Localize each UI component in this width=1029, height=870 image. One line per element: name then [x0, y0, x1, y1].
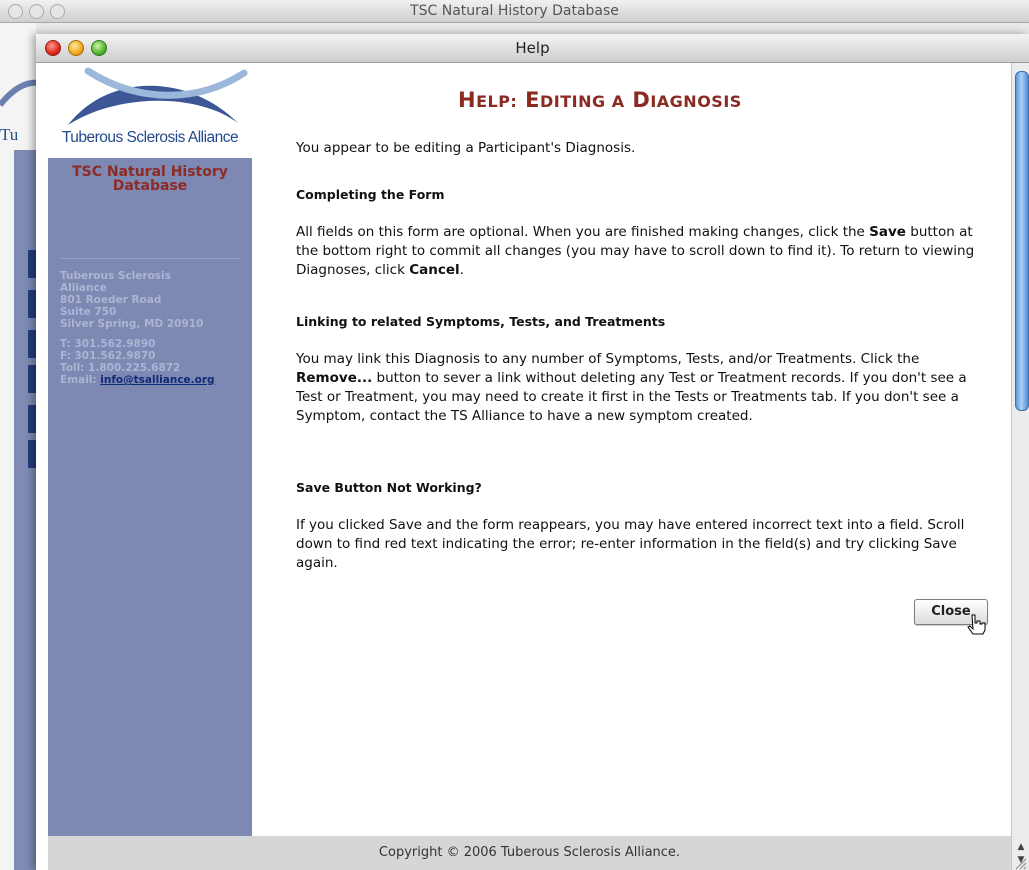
help-window-title: Help	[515, 39, 550, 57]
email-label: Email:	[60, 374, 97, 386]
close-window-icon[interactable]	[45, 40, 61, 56]
minimize-window-icon[interactable]	[68, 40, 84, 56]
zoom-window-icon[interactable]	[91, 40, 107, 56]
text-run: button to sever a link without deleting …	[296, 370, 967, 424]
address-line: 801 Roeder Road	[60, 294, 162, 306]
background-window-titlebar: TSC Natural History Database	[0, 0, 1029, 23]
scroll-up-arrow-icon[interactable]: ▲	[1015, 841, 1027, 853]
database-name-line: Database	[112, 178, 188, 194]
heading-part: ELP:	[476, 92, 518, 111]
heading-part: D	[632, 88, 651, 112]
emphasis-save: Save	[869, 224, 906, 240]
address-line: Suite 750	[60, 306, 117, 318]
close-window-icon[interactable]	[8, 4, 23, 19]
help-window-titlebar[interactable]: Help	[36, 34, 1029, 63]
page-title: HELP: EDITING A DIAGNOSIS	[458, 88, 742, 112]
heading-part: H	[458, 88, 477, 112]
background-window-title: TSC Natural History Database	[410, 3, 619, 19]
text-run: You may link this Diagnosis to any numbe…	[296, 351, 920, 367]
section-heading: Linking to related Symptoms, Tests, and …	[296, 314, 666, 329]
background-logo-swoosh-icon	[0, 79, 36, 107]
logo: Tuberous Sclerosis Alliance	[48, 63, 252, 158]
text-run: .	[459, 262, 464, 278]
footer: Copyright © 2006 Tuberous Sclerosis Alli…	[48, 836, 1011, 870]
heading-part: IAGNOSIS	[650, 92, 742, 111]
address-line: Silver Spring, MD 20910	[60, 318, 204, 330]
section-text: All fields on this form are optional. Wh…	[296, 223, 976, 280]
scrollbar-thumb[interactable]	[1015, 71, 1029, 411]
section-heading: Completing the Form	[296, 187, 445, 202]
background-logo-text: Tu	[0, 125, 19, 144]
sidebar-panel: TSC Natural History Database Tuberous Sc…	[48, 158, 252, 866]
text-run: All fields on this form are optional. Wh…	[296, 224, 870, 240]
contact-info: Tuberous Sclerosis Alliance 801 Roeder R…	[60, 270, 250, 386]
database-name-line: TSC Natural History	[72, 164, 228, 180]
sidebar-divider	[60, 258, 240, 259]
background-window-controls	[8, 4, 65, 19]
emphasis-cancel: Cancel	[409, 262, 460, 278]
phone-number: T: 301.562.9890	[60, 338, 156, 350]
heading-part: DITING A	[540, 92, 625, 111]
left-column: Tuberous Sclerosis Alliance TSC Natural …	[48, 63, 252, 866]
intro-text: You appear to be editing a Participant's…	[296, 140, 636, 156]
section-heading: Save Button Not Working?	[296, 480, 482, 495]
heading-part: E	[525, 88, 540, 112]
zoom-window-icon[interactable]	[50, 4, 65, 19]
fax-number: F: 301.562.9870	[60, 350, 156, 362]
help-window: Help Tuberous Sclerosis Alliance TSC Nat…	[36, 34, 1029, 870]
tollfree-number: Toll: 1.800.225.6872	[60, 362, 181, 374]
org-name: Tuberous Sclerosis Alliance	[61, 129, 239, 146]
hand-pointer-icon	[967, 614, 986, 635]
email-row: Email: info@tsalliance.org	[60, 374, 250, 386]
email-link[interactable]: info@tsalliance.org	[100, 374, 214, 386]
minimize-window-icon[interactable]	[29, 4, 44, 19]
vertical-scrollbar[interactable]: ▲ ▼	[1011, 63, 1029, 870]
window-controls	[45, 40, 107, 56]
resize-grip-icon[interactable]	[1013, 856, 1027, 870]
address-line: Tuberous Sclerosis	[60, 270, 171, 282]
section-text: You may link this Diagnosis to any numbe…	[296, 350, 976, 426]
alliance-logo-swoosh-icon	[68, 67, 248, 125]
address-line: Alliance	[60, 282, 107, 294]
database-name: TSC Natural History Database	[48, 165, 252, 193]
section-text: If you clicked Save and the form reappea…	[296, 517, 965, 571]
emphasis-remove: Remove...	[296, 370, 373, 386]
